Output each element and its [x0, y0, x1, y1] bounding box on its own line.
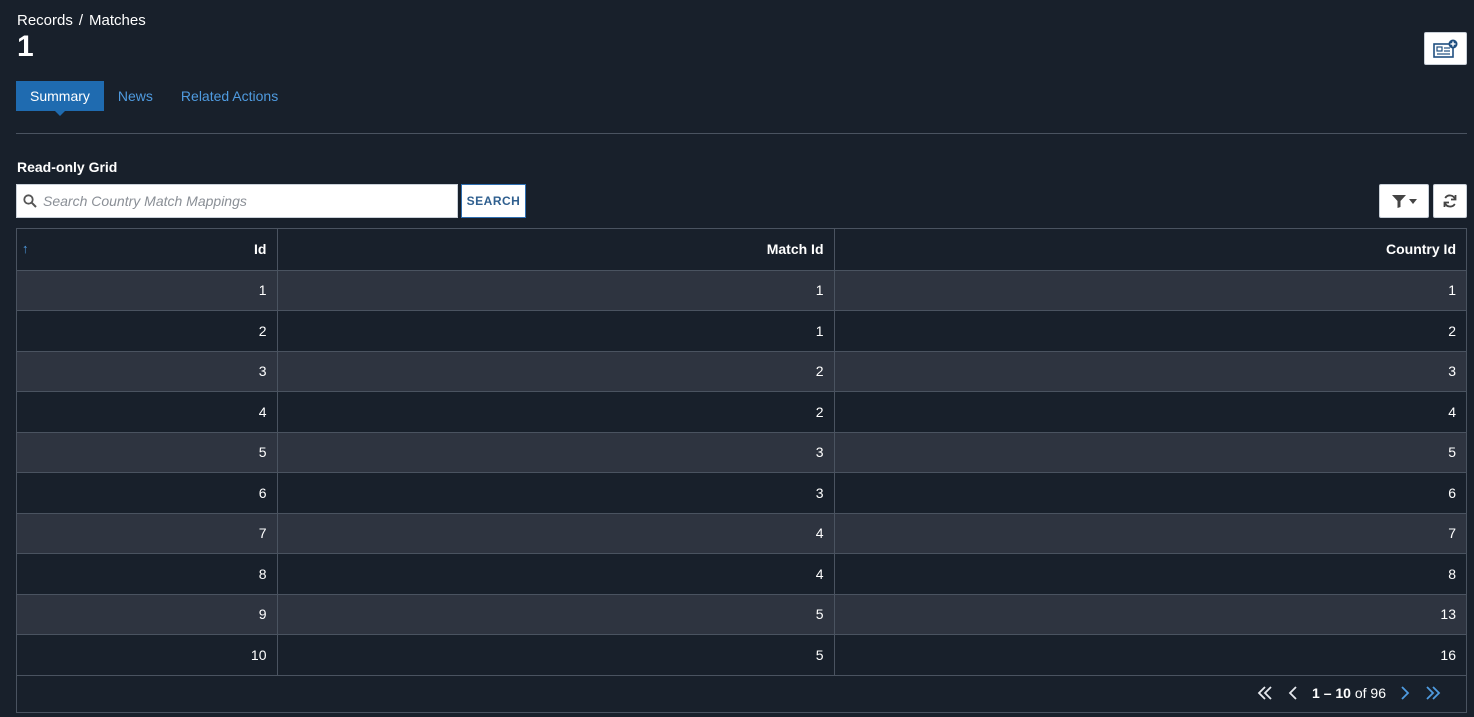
cell-id: 4 — [17, 391, 278, 433]
cell-country-id: 7 — [834, 513, 1466, 554]
refresh-icon — [1443, 194, 1457, 208]
cell-id: 2 — [17, 310, 278, 352]
cell-country-id: 8 — [834, 553, 1466, 595]
cell-match-id: 2 — [277, 391, 835, 433]
table-row: 111 — [17, 270, 1466, 311]
table-row: 212 — [17, 310, 1466, 352]
search-icon — [17, 194, 43, 208]
column-header-match-id[interactable]: Match Id — [277, 229, 835, 271]
refresh-button[interactable] — [1433, 184, 1467, 218]
prev-page-icon[interactable] — [1284, 684, 1302, 702]
cell-country-id: 16 — [834, 634, 1466, 676]
cell-country-id: 13 — [834, 594, 1466, 635]
cell-id: 7 — [17, 513, 278, 554]
cell-country-id: 3 — [834, 351, 1466, 392]
section-divider — [16, 133, 1467, 134]
search-button[interactable]: SEARCH — [461, 184, 526, 218]
column-header-country-id[interactable]: Country Id — [834, 229, 1466, 271]
cell-country-id: 6 — [834, 472, 1466, 514]
cell-match-id: 3 — [277, 432, 835, 473]
breadcrumb-records[interactable]: Records — [17, 12, 73, 29]
filter-button[interactable] — [1379, 184, 1429, 218]
tab-summary[interactable]: Summary — [16, 81, 104, 116]
cell-country-id: 4 — [834, 391, 1466, 433]
column-header-id[interactable]: ↑ Id — [17, 229, 278, 271]
tab-related-actions[interactable]: Related Actions — [167, 81, 292, 111]
cell-match-id: 4 — [277, 513, 835, 554]
tab-news[interactable]: News — [104, 81, 167, 111]
cell-id: 1 — [17, 270, 278, 311]
table-row: 323 — [17, 351, 1466, 392]
cell-match-id: 1 — [277, 270, 835, 311]
next-page-icon[interactable] — [1396, 684, 1414, 702]
page-total: 96 — [1370, 685, 1386, 701]
pagination: 1 – 10 of 96 — [1256, 684, 1442, 702]
table-row: 848 — [17, 553, 1466, 595]
search-field — [16, 184, 458, 218]
breadcrumb-matches: Matches — [89, 12, 146, 29]
cell-id: 9 — [17, 594, 278, 635]
column-header-label: Match Id — [766, 241, 824, 258]
cell-id: 10 — [17, 634, 278, 676]
cell-match-id: 5 — [277, 634, 835, 676]
breadcrumb: Records / Matches — [17, 12, 146, 29]
column-header-label: Country Id — [1386, 241, 1456, 258]
cell-id: 3 — [17, 351, 278, 392]
table-row: 9 5 13 — [17, 594, 1466, 635]
cell-match-id: 4 — [277, 553, 835, 595]
page-range: 1 – 10 of 96 — [1312, 685, 1386, 701]
table-row: 747 — [17, 513, 1466, 554]
grid-header-row: ↑ Id Match Id Country Id — [17, 229, 1466, 271]
data-grid: ↑ Id Match Id Country Id 111 212 323 424… — [16, 228, 1467, 713]
sort-asc-icon: ↑ — [22, 241, 29, 256]
last-page-icon[interactable] — [1424, 684, 1442, 702]
cell-match-id: 3 — [277, 472, 835, 514]
cell-country-id: 2 — [834, 310, 1466, 352]
filter-icon — [1391, 194, 1406, 208]
news-add-icon — [1432, 39, 1457, 58]
cell-match-id: 5 — [277, 594, 835, 635]
cell-country-id: 1 — [834, 270, 1466, 311]
table-row: 424 — [17, 391, 1466, 433]
search-input[interactable] — [43, 185, 457, 217]
table-row: 535 — [17, 432, 1466, 473]
table-row: 636 — [17, 472, 1466, 514]
grid-label: Read-only Grid — [17, 159, 118, 175]
cell-id: 5 — [17, 432, 278, 473]
cell-match-id: 2 — [277, 351, 835, 392]
breadcrumb-separator: / — [78, 12, 84, 29]
chevron-down-icon — [1408, 198, 1417, 204]
cell-country-id: 5 — [834, 432, 1466, 473]
column-header-label: Id — [254, 241, 267, 258]
page-title: 1 — [17, 30, 34, 63]
tab-bar: Summary News Related Actions — [16, 81, 292, 116]
cell-id: 6 — [17, 472, 278, 514]
first-page-icon[interactable] — [1256, 684, 1274, 702]
page-range-of: of — [1354, 685, 1367, 701]
table-row: 10 5 16 — [17, 634, 1466, 676]
page-range-value: 1 – 10 — [1312, 685, 1351, 701]
add-news-button[interactable] — [1424, 32, 1467, 65]
cell-match-id: 1 — [277, 310, 835, 352]
cell-id: 8 — [17, 553, 278, 595]
